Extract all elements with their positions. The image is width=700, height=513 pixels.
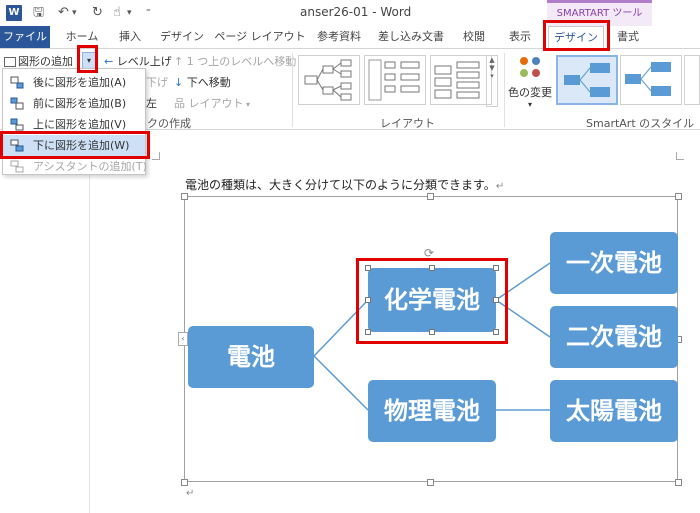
tab-format[interactable]: 書式 <box>610 26 646 48</box>
paragraph-mark: ↵ <box>495 181 505 192</box>
menu-item-add-shape-before[interactable]: 前に図形を追加(B) <box>3 93 145 114</box>
move-down-button[interactable]: ↓ 下へ移動 <box>174 74 231 90</box>
add-shape-icon <box>4 57 16 67</box>
layout-gallery-scrollbar[interactable]: ▲ ▼ ▾ <box>486 55 498 107</box>
menu-item-label: アシスタントの追加(T) <box>33 160 147 173</box>
move-down-label: 下へ移動 <box>186 76 231 89</box>
save-icon[interactable]: 🖫 <box>33 4 44 22</box>
labeled-hierarchy-icon <box>368 59 420 101</box>
chevron-down-icon: ▾ <box>527 100 532 109</box>
frame-resize-handle[interactable] <box>675 479 682 486</box>
arrow-down-icon: ↓ <box>174 76 187 89</box>
smartart-node-solar-battery[interactable]: 太陽電池 <box>550 380 678 442</box>
add-shape-after-icon <box>10 76 24 89</box>
margin-corner-mark <box>152 152 160 160</box>
smartart-node-physical-battery[interactable]: 物理電池 <box>368 380 496 442</box>
hierarchy-layout-icon <box>304 59 352 101</box>
document-body-text[interactable]: 電池の種類は、大きく分けて以下のように分類できます。↵ <box>185 176 504 193</box>
move-up-label: 1 つ上のレベルへ移動 <box>186 55 297 68</box>
tab-insert[interactable]: 挿入 <box>112 26 148 48</box>
frame-resize-handle[interactable] <box>181 479 188 486</box>
arrow-up-icon: ↑ <box>174 55 187 68</box>
smartart-style-simple-fill[interactable] <box>556 55 618 105</box>
arrow-left-icon: ← <box>104 55 117 68</box>
layouts-group-label: レイアウト <box>380 117 435 130</box>
touch-mode-icon[interactable]: ☝ <box>113 4 121 22</box>
right-to-left-button[interactable]: 左 <box>146 95 157 111</box>
group-separator <box>504 53 505 127</box>
highlight-chemical-battery-node <box>356 258 508 344</box>
level-down-label: 下げ <box>146 76 168 89</box>
text-pane-expand-button[interactable]: ‹ <box>178 332 188 346</box>
add-shape-label: 図形の追加 <box>18 55 73 68</box>
smartart-node-secondary-battery[interactable]: 二次電池 <box>550 306 678 368</box>
layout-thumbnail-horizontal-hierarchy[interactable] <box>298 55 360 105</box>
change-colors-label: 色の変更 <box>508 86 552 99</box>
style-preview-icon <box>625 62 671 96</box>
layout-thumbnail-table-hierarchy[interactable] <box>430 55 492 105</box>
word-app-icon[interactable]: W <box>6 5 22 21</box>
level-up-button[interactable]: ← レベル上げ <box>104 53 172 69</box>
layout-thumbnail-labeled-hierarchy[interactable] <box>364 55 426 105</box>
menu-item-add-assistant[interactable]: アシスタントの追加(T) <box>3 156 147 177</box>
smartart-style-white-outline[interactable] <box>620 55 682 105</box>
highlight-design-tab <box>543 20 610 51</box>
tab-file[interactable]: ファイル <box>0 26 50 48</box>
layout-button[interactable]: 品 レイアウト ▾ <box>174 95 250 111</box>
tab-review[interactable]: 校閲 <box>456 26 492 48</box>
frame-resize-handle[interactable] <box>675 193 682 200</box>
tab-view[interactable]: 表示 <box>502 26 538 48</box>
undo-icon[interactable]: ↶ <box>58 4 69 22</box>
menu-item-label: 上に図形を追加(V) <box>33 118 127 131</box>
layout-label: レイアウト <box>188 97 244 110</box>
frame-resize-handle[interactable] <box>427 479 434 486</box>
smartart-node-primary-battery[interactable]: 一次電池 <box>550 232 678 294</box>
smartart-style-subtle-effect[interactable] <box>684 55 700 105</box>
style-preview-icon <box>564 63 610 97</box>
tab-design[interactable]: デザイン <box>158 26 206 48</box>
frame-resize-handle[interactable] <box>427 193 434 200</box>
move-up-button[interactable]: ↑ 1 つ上のレベルへ移動 <box>174 53 296 69</box>
redo-icon[interactable]: ↻ <box>92 4 103 22</box>
highlight-add-shape-dropdown <box>77 45 98 73</box>
add-shape-button[interactable]: 図形の追加 <box>4 53 73 69</box>
color-palette-icon <box>520 57 540 77</box>
document-left-pane <box>0 131 90 513</box>
add-shape-above-icon <box>10 118 24 131</box>
frame-resize-handle[interactable] <box>181 193 188 200</box>
tab-references[interactable]: 参考資料 <box>310 26 368 48</box>
tab-page-layout[interactable]: ページ レイアウト <box>212 26 308 48</box>
table-hierarchy-icon <box>434 61 480 99</box>
level-up-label: レベル上げ <box>116 55 172 68</box>
undo-dropdown-icon[interactable]: ▾ <box>72 4 77 22</box>
paragraph-mark: ↵ <box>186 488 195 499</box>
change-colors-button[interactable]: 色の変更 ▾ <box>508 53 552 111</box>
window-title: anser26-01 - Word <box>300 5 412 19</box>
right-to-left-label: 左 <box>146 97 157 110</box>
styles-group-label: SmartArt のスタイル <box>586 117 695 130</box>
body-text-content: 電池の種類は、大きく分けて以下のように分類できます。 <box>185 178 496 192</box>
group-separator <box>292 53 293 127</box>
menu-item-add-shape-after[interactable]: 後に図形を追加(A) <box>3 72 145 93</box>
margin-corner-mark <box>676 152 684 160</box>
highlight-add-shape-below <box>0 131 150 159</box>
level-down-button[interactable]: 下げ <box>146 74 168 90</box>
customize-qat-icon[interactable]: ⁼ <box>146 4 151 22</box>
menu-item-label: 後に図形を追加(A) <box>33 76 127 89</box>
menu-item-label: 前に図形を追加(B) <box>33 97 127 110</box>
tab-mailings[interactable]: 差し込み文書 <box>374 26 448 48</box>
smartart-node-battery[interactable]: 電池 <box>188 326 314 388</box>
add-assistant-icon <box>10 160 24 173</box>
add-shape-before-icon <box>10 97 24 110</box>
create-graphic-group-label: クの作成 <box>147 117 191 130</box>
org-chart-icon: 品 <box>174 97 189 110</box>
chevron-down-icon: ▾ <box>243 100 251 109</box>
touch-dropdown-icon[interactable]: ▾ <box>127 4 132 22</box>
